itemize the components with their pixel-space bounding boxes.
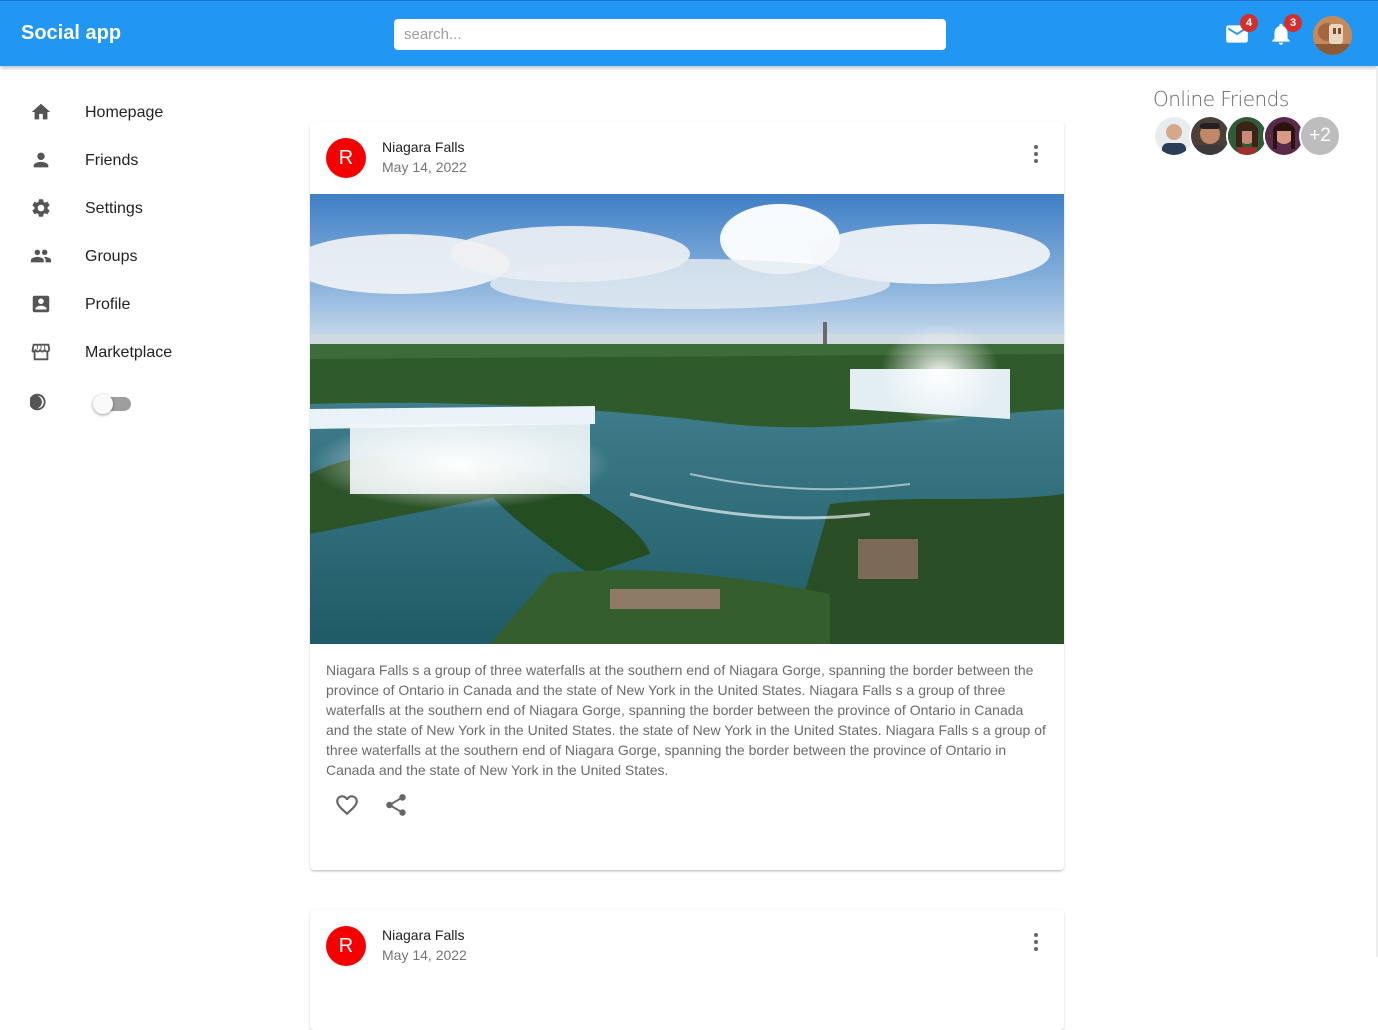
mail-button[interactable]: 4	[1224, 14, 1258, 47]
sidebar-item-label: Friends	[85, 152, 139, 169]
app-title[interactable]: Social app	[21, 22, 121, 45]
post-avatar[interactable]: R	[326, 138, 366, 178]
friend-avatar[interactable]	[1226, 115, 1268, 157]
moon-icon	[30, 393, 46, 411]
dark-mode-row	[0, 377, 270, 427]
dark-mode-toggle[interactable]	[93, 393, 133, 415]
friend-avatar-image	[1228, 117, 1266, 155]
app-bar: Social app 4 3	[0, 0, 1378, 66]
post-title: Niagara Falls	[382, 139, 465, 155]
post-body: Niagara Falls s a group of three waterfa…	[326, 662, 1046, 778]
account-box-icon	[32, 295, 50, 313]
sidebar-item-label: Marketplace	[85, 344, 173, 361]
sidebar-item-homepage[interactable]: Homepage	[0, 89, 270, 137]
toggle-thumb	[93, 394, 113, 414]
more-vert-icon	[1034, 145, 1038, 149]
like-button[interactable]	[334, 792, 360, 818]
sidebar-item-label: Groups	[85, 248, 138, 265]
sidebar-item-groups[interactable]: Groups	[0, 233, 270, 281]
user-avatar[interactable]	[1313, 16, 1352, 55]
post-date: May 14, 2022	[382, 159, 467, 175]
heart-icon	[336, 795, 358, 816]
more-options-button[interactable]	[1024, 930, 1048, 954]
sidebar-item-friends[interactable]: Friends	[0, 137, 270, 185]
storefront-icon	[31, 343, 51, 361]
online-friends-title: Online Friends	[1153, 87, 1289, 111]
share-icon	[386, 794, 406, 816]
more-options-button[interactable]	[1024, 142, 1048, 166]
post-image	[310, 194, 1064, 644]
sidebar-item-marketplace[interactable]: Marketplace	[0, 329, 270, 377]
groups-icon	[30, 249, 52, 263]
post-card: R Niagara Falls May 14, 2022	[310, 910, 1064, 1030]
post-actions	[310, 768, 1064, 848]
friend-avatar-image	[1155, 117, 1193, 155]
sidebar-item-label: Settings	[85, 200, 143, 217]
post-card: R Niagara Falls May 14, 2022	[310, 122, 1064, 870]
gear-icon	[32, 199, 50, 217]
friend-avatar-image	[1191, 117, 1229, 155]
sidebar-item-settings[interactable]: Settings	[0, 185, 270, 233]
user-avatar-image	[1313, 16, 1352, 55]
more-vert-icon	[1034, 933, 1038, 937]
post-avatar[interactable]: R	[326, 926, 366, 966]
post-header: R Niagara Falls May 14, 2022	[310, 910, 1064, 982]
friend-avatar[interactable]	[1189, 115, 1231, 157]
sidebar-item-profile[interactable]: Profile	[0, 281, 270, 329]
more-friends-count[interactable]: +2	[1299, 115, 1341, 157]
notifications-badge: 3	[1284, 14, 1302, 32]
post-header: R Niagara Falls May 14, 2022	[310, 122, 1064, 194]
search-input[interactable]	[394, 19, 946, 50]
online-friends-group: +2	[1153, 115, 1353, 157]
notifications-button[interactable]: 3	[1268, 14, 1302, 47]
share-button[interactable]	[383, 792, 409, 818]
sidebar-item-label: Profile	[85, 296, 131, 313]
post-title: Niagara Falls	[382, 927, 465, 943]
sidebar: Homepage Friends Settings Groups Profile…	[0, 89, 270, 427]
friend-avatar-image	[1265, 117, 1303, 155]
sidebar-item-label: Homepage	[85, 104, 164, 121]
person-icon	[33, 152, 49, 168]
mail-badge: 4	[1240, 14, 1258, 32]
post-date: May 14, 2022	[382, 947, 467, 963]
home-icon	[31, 103, 51, 120]
